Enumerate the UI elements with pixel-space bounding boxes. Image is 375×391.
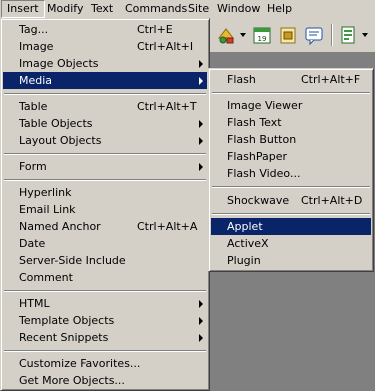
- menu-separator: [212, 92, 370, 94]
- menu-separator: [212, 186, 370, 188]
- menu-item-recent-snippets[interactable]: Recent Snippets: [3, 329, 207, 346]
- menu-item-table-objects[interactable]: Table Objects: [3, 115, 207, 132]
- submenu-arrow-icon: [199, 77, 203, 85]
- menu-item-email-link[interactable]: Email Link: [3, 201, 207, 218]
- menu-item-flash-button[interactable]: Flash Button: [211, 131, 371, 148]
- insert-menu: Tag... Ctrl+E Image Ctrl+Alt+I Image Obj…: [0, 18, 210, 391]
- menu-item-hyperlink[interactable]: Hyperlink: [3, 184, 207, 201]
- menu-separator: [4, 179, 206, 181]
- asset-dropdown-arrow[interactable]: [240, 33, 246, 37]
- menu-item-image-objects[interactable]: Image Objects: [3, 55, 207, 72]
- menu-separator: [4, 93, 206, 95]
- svg-text:19: 19: [258, 35, 267, 43]
- menu-item-form[interactable]: Form: [3, 158, 207, 175]
- menu-separator: [4, 350, 206, 352]
- submenu-arrow-icon: [199, 120, 203, 128]
- menu-item-flash-video[interactable]: Flash Video...: [211, 165, 371, 182]
- submenu-arrow-icon: [199, 163, 203, 171]
- menu-help[interactable]: Help: [262, 0, 297, 18]
- menu-item-flash-text[interactable]: Flash Text: [211, 114, 371, 131]
- asset-icon[interactable]: [215, 24, 237, 46]
- menu-separator: [4, 153, 206, 155]
- menu-item-media[interactable]: Media: [3, 72, 207, 89]
- menu-item-image[interactable]: Image Ctrl+Alt+I: [3, 38, 207, 55]
- menu-window[interactable]: Window: [212, 0, 265, 18]
- menu-item-named-anchor[interactable]: Named Anchor Ctrl+Alt+A: [3, 218, 207, 235]
- menu-separator: [4, 290, 206, 292]
- submenu-arrow-icon: [199, 334, 203, 342]
- server-include-icon[interactable]: [277, 24, 299, 46]
- menu-item-date[interactable]: Date: [3, 235, 207, 252]
- menu-bar: Insert Modify Text Commands Site Window …: [0, 0, 375, 19]
- menu-separator: [212, 213, 370, 215]
- menu-item-flash[interactable]: Flash Ctrl+Alt+F: [211, 71, 371, 88]
- menu-item-tag[interactable]: Tag... Ctrl+E: [3, 21, 207, 38]
- menu-item-flashpaper[interactable]: FlashPaper: [211, 148, 371, 165]
- menu-item-customize-favorites[interactable]: Customize Favorites...: [3, 355, 207, 372]
- submenu-arrow-icon: [199, 300, 203, 308]
- menu-item-plugin[interactable]: Plugin: [211, 252, 371, 269]
- menu-item-shockwave[interactable]: Shockwave Ctrl+Alt+D: [211, 192, 371, 209]
- menu-item-image-viewer[interactable]: Image Viewer: [211, 97, 371, 114]
- menu-site[interactable]: Site: [183, 0, 214, 18]
- toolbar-separator: [331, 24, 333, 46]
- template-dropdown-arrow[interactable]: [362, 33, 368, 37]
- menu-item-table[interactable]: Table Ctrl+Alt+T: [3, 98, 207, 115]
- insert-toolbar: 19: [205, 18, 375, 53]
- menu-item-server-side-include[interactable]: Server-Side Include: [3, 252, 207, 269]
- menu-text[interactable]: Text: [86, 0, 118, 18]
- submenu-arrow-icon: [199, 137, 203, 145]
- menu-item-get-more-objects[interactable]: Get More Objects...: [3, 372, 207, 389]
- menu-commands[interactable]: Commands: [120, 0, 192, 18]
- template-icon[interactable]: [337, 24, 359, 46]
- menu-item-applet[interactable]: Applet: [211, 218, 371, 235]
- menu-item-html[interactable]: HTML: [3, 295, 207, 312]
- comment-icon[interactable]: [303, 24, 325, 46]
- media-submenu: Flash Ctrl+Alt+F Image Viewer Flash Text…: [208, 68, 374, 272]
- menu-modify[interactable]: Modify: [42, 0, 88, 18]
- menu-insert[interactable]: Insert: [1, 0, 45, 18]
- submenu-arrow-icon: [199, 317, 203, 325]
- submenu-arrow-icon: [199, 60, 203, 68]
- menu-item-comment[interactable]: Comment: [3, 269, 207, 286]
- calendar-icon[interactable]: 19: [251, 24, 273, 46]
- menu-item-activex[interactable]: ActiveX: [211, 235, 371, 252]
- menu-item-template-objects[interactable]: Template Objects: [3, 312, 207, 329]
- menu-item-layout-objects[interactable]: Layout Objects: [3, 132, 207, 149]
